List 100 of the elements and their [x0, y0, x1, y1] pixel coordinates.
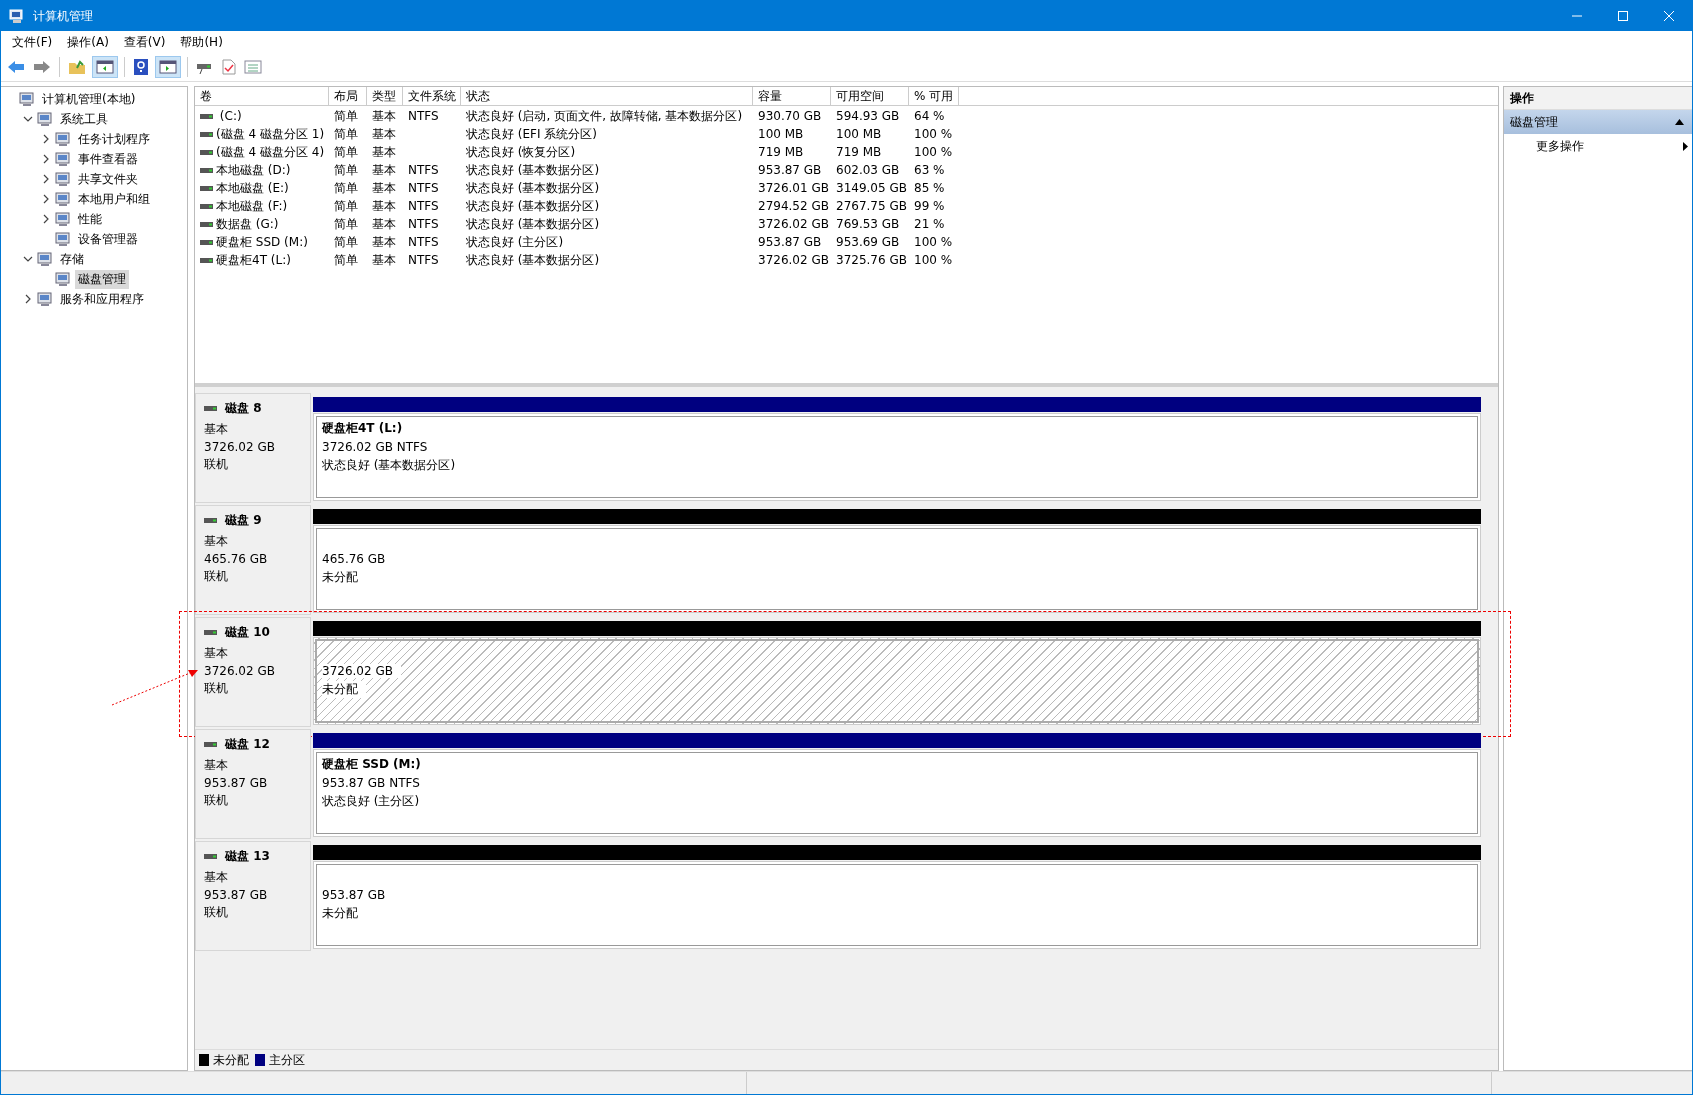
- column-header[interactable]: 状态: [461, 87, 753, 105]
- disk-info-panel[interactable]: 磁盘 10 基本 3726.02 GB 联机: [195, 617, 311, 727]
- partition-text: 465.76 GB: [322, 552, 386, 566]
- column-header[interactable]: 可用空间: [831, 87, 909, 105]
- document-check-icon[interactable]: [220, 57, 238, 77]
- chevron-icon[interactable]: [41, 214, 51, 224]
- table-cell: 状态良好 (基本数据分区): [466, 215, 600, 233]
- table-cell: 本地磁盘 (F:): [216, 197, 288, 215]
- pane-icon[interactable]: [155, 56, 181, 78]
- partition-text: 953.87 GB NTFS: [322, 776, 420, 790]
- column-header[interactable]: 卷: [195, 87, 329, 105]
- table-cell: 基本: [372, 233, 396, 251]
- table-cell: 数据盘 (G:): [216, 215, 279, 233]
- disk-info-panel[interactable]: 磁盘 9 基本 465.76 GB 联机: [195, 505, 311, 615]
- drive-icon: [204, 742, 217, 747]
- disk-size: 3726.02 GB: [204, 440, 276, 454]
- menu-item[interactable]: 查看(V): [116, 33, 174, 51]
- disk-status: 联机: [204, 680, 229, 697]
- disk-name: 磁盘 10: [225, 624, 270, 641]
- disk-type: 基本: [204, 757, 229, 774]
- table-cell: NTFS: [408, 109, 439, 123]
- column-header[interactable]: 容量: [753, 87, 831, 105]
- collapse-triangle-icon: [1675, 119, 1684, 125]
- chevron-icon[interactable]: [23, 114, 33, 124]
- tree-item[interactable]: 任务计划程序: [75, 129, 153, 149]
- table-cell: 64 %: [914, 109, 945, 123]
- tree-item[interactable]: 磁盘管理: [75, 269, 129, 289]
- disk-info-panel[interactable]: 磁盘 13 基本 953.87 GB 联机: [195, 841, 311, 951]
- table-cell: 本地磁盘 (D:): [216, 161, 291, 179]
- table-cell: 硬盘柜4T (L:): [216, 251, 291, 269]
- disk-status: 联机: [204, 792, 229, 809]
- table-cell: 100 %: [914, 253, 953, 267]
- table-cell: (磁盘 4 磁盘分区 1): [216, 125, 325, 143]
- partition-block[interactable]: 硬盘柜4T (L:) 3726.02 GB NTFS 状态良好 (基本数据分区): [313, 413, 1481, 501]
- table-cell: 基本: [372, 107, 396, 125]
- disk-status: 联机: [204, 568, 229, 585]
- disk-status: 联机: [204, 456, 229, 473]
- table-cell: 简单: [334, 215, 358, 233]
- actions-section[interactable]: 磁盘管理: [1504, 110, 1692, 134]
- table-cell: 3726.02 GB: [758, 217, 829, 231]
- table-cell: NTFS: [408, 199, 439, 213]
- table-cell: 状态良好 (启动, 页面文件, 故障转储, 基本数据分区): [466, 107, 743, 125]
- window-icon: [37, 111, 53, 127]
- table-cell: 719 MB: [836, 145, 882, 159]
- window-icon: [55, 231, 71, 247]
- table-cell: 3725.76 GB: [836, 253, 907, 267]
- column-header[interactable]: 文件系统: [403, 87, 461, 105]
- menu-item[interactable]: 帮助(H): [173, 33, 231, 51]
- disk-info-panel[interactable]: 磁盘 8 基本 3726.02 GB 联机: [195, 393, 311, 503]
- table-cell: 简单: [334, 197, 358, 215]
- partition-title: 硬盘柜4T (L:): [322, 420, 404, 437]
- table-cell: 3726.01 GB: [758, 181, 829, 195]
- legend-label: 主分区: [269, 1051, 305, 1069]
- submenu-triangle-icon: [1683, 141, 1688, 151]
- disk-name: 磁盘 13: [225, 848, 270, 865]
- tree-item[interactable]: 设备管理器: [75, 229, 141, 249]
- chevron-icon[interactable]: [41, 194, 51, 204]
- chevron-icon[interactable]: [23, 254, 33, 264]
- partition-block[interactable]: 硬盘柜 SSD (M:) 953.87 GB NTFS 状态良好 (主分区): [313, 749, 1481, 837]
- table-cell: 769.53 GB: [836, 217, 900, 231]
- tree-item[interactable]: 计算机管理(本地): [39, 89, 139, 109]
- chevron-icon[interactable]: [41, 154, 51, 164]
- partition-block[interactable]: 3726.02 GB 未分配: [313, 637, 1481, 725]
- drive-icon: [200, 113, 213, 119]
- pane-icon[interactable]: [92, 56, 118, 78]
- table-cell-text: (C:): [218, 109, 242, 123]
- table-cell: (磁盘 4 磁盘分区 4): [216, 143, 325, 161]
- tree-item[interactable]: 系统工具: [57, 109, 111, 129]
- chevron-icon[interactable]: [23, 294, 33, 304]
- table-cell: 602.03 GB: [836, 163, 900, 177]
- legend-label: 未分配: [213, 1051, 249, 1069]
- table-cell: 63 %: [914, 163, 945, 177]
- partition-block[interactable]: 465.76 GB 未分配: [313, 525, 1481, 613]
- tree-item[interactable]: 本地用户和组: [75, 189, 153, 209]
- table-cell: 基本: [372, 215, 396, 233]
- table-cell: NTFS: [408, 253, 439, 267]
- table-cell: 719 MB: [758, 145, 804, 159]
- table-cell: 953.87 GB: [758, 163, 822, 177]
- column-header[interactable]: 类型: [367, 87, 403, 105]
- column-header[interactable]: % 可用: [909, 87, 959, 105]
- disk-size: 465.76 GB: [204, 552, 269, 566]
- action-item[interactable]: 更多操作: [1504, 134, 1692, 158]
- disk-info-panel[interactable]: 磁盘 12 基本 953.87 GB 联机: [195, 729, 311, 839]
- partition-block[interactable]: 953.87 GB 未分配: [313, 861, 1481, 949]
- table-cell: 99 %: [914, 199, 945, 213]
- tree-item[interactable]: 事件查看器: [75, 149, 141, 169]
- tree-item[interactable]: 服务和应用程序: [57, 289, 147, 309]
- chevron-icon[interactable]: [41, 174, 51, 184]
- tree-item[interactable]: 共享文件夹: [75, 169, 141, 189]
- tree-item[interactable]: 性能: [75, 209, 105, 229]
- menu-item[interactable]: 文件(F): [5, 33, 61, 51]
- chevron-icon[interactable]: [41, 134, 51, 144]
- table-cell: 930.70 GB: [758, 109, 822, 123]
- drive-icon: [200, 239, 213, 245]
- column-header[interactable]: 布局: [329, 87, 367, 105]
- table-cell: 基本: [372, 143, 396, 161]
- window-icon: [55, 271, 71, 287]
- menu-item[interactable]: 操作(A): [60, 33, 117, 51]
- table-cell: 简单: [334, 161, 358, 179]
- tree-item[interactable]: 存储: [57, 249, 87, 269]
